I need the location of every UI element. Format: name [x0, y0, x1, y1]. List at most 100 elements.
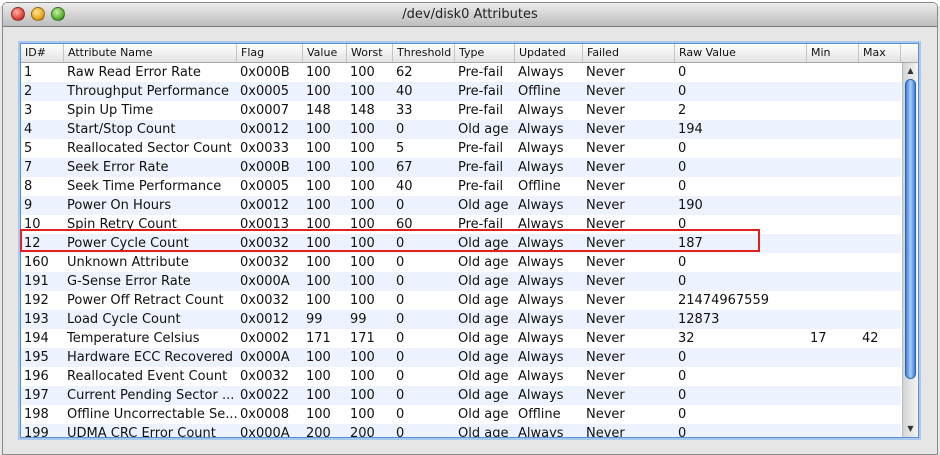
cell-threshold: 0	[396, 293, 405, 308]
cell-id: 7	[24, 160, 33, 175]
cell-min	[807, 348, 859, 367]
cell-attribute-name: Spin Retry Count	[67, 217, 177, 232]
cell-raw-value: 187	[678, 236, 703, 251]
column-header-value[interactable]: Value	[303, 44, 347, 62]
table-row[interactable]: 192 Power Off Retract Count 0x0032 100 100 0 O…	[21, 291, 901, 310]
table-row[interactable]: 9 Power On Hours 0x0012 100 100 0 Old age Alway…	[21, 196, 901, 215]
cell-threshold: 0	[396, 388, 405, 403]
title-bar[interactable]: /dev/disk0 Attributes	[3, 3, 937, 27]
table-row[interactable]: 191 G-Sense Error Rate 0x000A 100 100 0 Old ag…	[21, 272, 901, 291]
table-row[interactable]: 10 Spin Retry Count 0x0013 100 100 60 Pre-fail…	[21, 215, 901, 234]
cell-max	[859, 424, 901, 437]
cell-raw-value: 0	[678, 84, 687, 99]
cell-worst: 100	[350, 122, 375, 137]
cell-raw-value: 0	[678, 65, 687, 80]
cell-type: Old age	[458, 236, 509, 251]
table-body[interactable]: 1 Raw Read Error Rate 0x000B 100 100 62 Pre-fa…	[21, 63, 901, 437]
table-row[interactable]: 8 Seek Time Performance 0x0005 100 100 40 Pre-…	[21, 177, 901, 196]
cell-min	[807, 82, 859, 101]
cell-raw-value: 0	[678, 369, 687, 384]
cell-max	[859, 177, 901, 196]
column-header-attribute-name[interactable]: Attribute Name	[64, 44, 237, 62]
cell-threshold: 0	[396, 350, 405, 365]
column-header-worst[interactable]: Worst	[347, 44, 393, 62]
attributes-window: /dev/disk0 Attributes ID# Attribute Name F…	[2, 2, 938, 455]
column-header-max[interactable]: Max	[859, 44, 901, 62]
table-row[interactable]: 193 Load Cycle Count 0x0012 99 99 0 Old age Alw…	[21, 310, 901, 329]
cell-min	[807, 272, 859, 291]
cell-flag: 0x0008	[240, 407, 290, 422]
table-row[interactable]: 199 UDMA CRC Error Count 0x000A 200 200 0 Old …	[21, 424, 901, 437]
attributes-table[interactable]: ID# Attribute Name Flag Value Worst Threshold…	[20, 43, 919, 438]
cell-threshold: 0	[396, 255, 405, 270]
cell-updated: Always	[518, 312, 564, 327]
table-row[interactable]: 2 Throughput Performance 0x0005 100 100 40 Pre…	[21, 82, 901, 101]
table-row[interactable]: 195 Hardware ECC Recovered 0x000A 100 100 0 Ol…	[21, 348, 901, 367]
cell-threshold: 0	[396, 407, 405, 422]
cell-value: 100	[306, 350, 331, 365]
cell-max	[859, 367, 901, 386]
column-header-id[interactable]: ID#	[21, 44, 64, 62]
cell-type: Old age	[458, 198, 509, 213]
cell-type: Old age	[458, 331, 509, 346]
cell-attribute-name: Reallocated Sector Count	[67, 141, 232, 156]
cell-min	[807, 63, 859, 82]
cell-value: 100	[306, 141, 331, 156]
table-row[interactable]: 12 Power Cycle Count 0x0032 100 100 0 Old age A…	[21, 234, 901, 253]
cell-worst: 100	[350, 84, 375, 99]
table-row[interactable]: 5 Reallocated Sector Count 0x0033 100 100 5 Pr…	[21, 139, 901, 158]
cell-worst: 100	[350, 369, 375, 384]
cell-worst: 148	[350, 103, 375, 118]
cell-flag: 0x0002	[240, 331, 290, 346]
cell-attribute-name: Spin Up Time	[67, 103, 154, 118]
cell-threshold: 67	[396, 160, 413, 175]
cell-type: Old age	[458, 312, 509, 327]
cell-threshold: 0	[396, 331, 405, 346]
table-row[interactable]: 197 Current Pending Sector ... 0x0022 100 10…	[21, 386, 901, 405]
cell-max	[859, 63, 901, 82]
scroll-thumb[interactable]	[905, 79, 916, 379]
table-row[interactable]: 160 Unknown Attribute 0x0032 100 100 0 Old age…	[21, 253, 901, 272]
cell-threshold: 60	[396, 217, 413, 232]
cell-type: Old age	[458, 426, 509, 437]
column-header-flag[interactable]: Flag	[237, 44, 303, 62]
table-row[interactable]: 194 Temperature Celsius 0x0002 171 171 0 Old a…	[21, 329, 901, 348]
cell-updated: Always	[518, 274, 564, 289]
cell-flag: 0x0012	[240, 198, 290, 213]
cell-id: 194	[24, 331, 49, 346]
scroll-up-arrow-icon[interactable]: ▲	[903, 64, 918, 78]
cell-id: 10	[24, 217, 41, 232]
cell-flag: 0x0012	[240, 122, 290, 137]
cell-raw-value: 0	[678, 407, 687, 422]
cell-updated: Always	[518, 236, 564, 251]
column-header-updated[interactable]: Updated	[515, 44, 583, 62]
cell-attribute-name: Throughput Performance	[67, 84, 230, 99]
cell-failed: Never	[586, 65, 625, 80]
cell-flag: 0x0013	[240, 217, 290, 232]
cell-failed: Never	[586, 426, 625, 437]
cell-attribute-name: Load Cycle Count	[67, 312, 181, 327]
table-row[interactable]: 7 Seek Error Rate 0x000B 100 100 67 Pre-fail Al…	[21, 158, 901, 177]
cell-flag: 0x0005	[240, 179, 290, 194]
scroll-down-arrow-icon[interactable]: ▼	[903, 422, 918, 436]
cell-failed: Never	[586, 103, 625, 118]
cell-type: Pre-fail	[458, 160, 504, 175]
cell-id: 193	[24, 312, 49, 327]
table-row[interactable]: 196 Reallocated Event Count 0x0032 100 100 0 O…	[21, 367, 901, 386]
table-row[interactable]: 4 Start/Stop Count 0x0012 100 100 0 Old age Alw…	[21, 120, 901, 139]
column-header-type[interactable]: Type	[455, 44, 515, 62]
cell-worst: 200	[350, 426, 375, 437]
table-row[interactable]: 3 Spin Up Time 0x0007 148 148 33 Pre-fail Alway…	[21, 101, 901, 120]
cell-id: 2	[24, 84, 33, 99]
column-header-failed[interactable]: Failed	[583, 44, 675, 62]
vertical-scrollbar[interactable]: ▲ ▼	[902, 63, 918, 437]
column-header-raw-value[interactable]: Raw Value	[675, 44, 807, 62]
column-header-threshold[interactable]: Threshold	[393, 44, 455, 62]
cell-updated: Always	[518, 198, 564, 213]
table-row[interactable]: 198 Offline Uncorrectable Se... 0x0008 100 1…	[21, 405, 901, 424]
cell-threshold: 62	[396, 65, 413, 80]
column-header-min[interactable]: Min	[807, 44, 859, 62]
cell-raw-value: 32	[678, 331, 695, 346]
cell-flag: 0x0022	[240, 388, 290, 403]
table-row[interactable]: 1 Raw Read Error Rate 0x000B 100 100 62 Pre-fa…	[21, 63, 901, 82]
